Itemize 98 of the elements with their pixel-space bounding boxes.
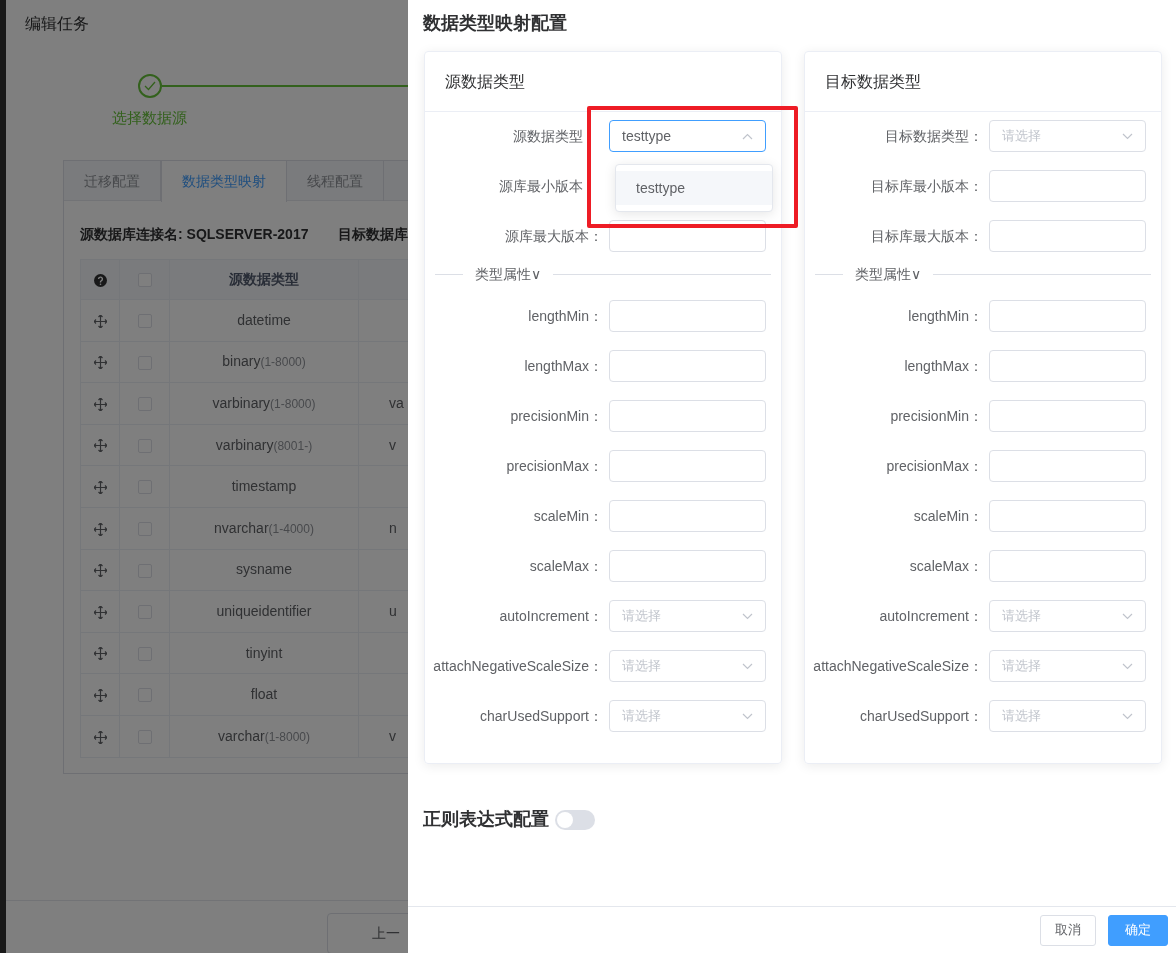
help-icon[interactable]: [93, 273, 107, 287]
input-field[interactable]: [989, 550, 1146, 582]
field-label: scaleMin：: [912, 506, 984, 526]
previous-button[interactable]: 上一: [327, 913, 408, 953]
table-cell: u: [389, 602, 397, 619]
field-label: scaleMin：: [532, 506, 604, 526]
select-field[interactable]: 请选择: [989, 120, 1146, 152]
field-label: precisionMin：: [509, 406, 604, 426]
drag-icon[interactable]: [93, 564, 107, 578]
field-label: scaleMax：: [908, 556, 984, 576]
field-label: autoIncrement：: [878, 606, 984, 626]
drag-icon[interactable]: [93, 605, 107, 619]
drag-icon[interactable]: [93, 439, 107, 453]
dropdown-option[interactable]: testtype: [616, 171, 772, 205]
tab[interactable]: 数据类型映射: [161, 161, 287, 202]
drag-icon[interactable]: [93, 356, 107, 370]
check-icon: [144, 81, 156, 91]
table-cell: varbinary(1-8000): [212, 395, 316, 411]
caret-down-icon: [742, 662, 753, 670]
input-field[interactable]: [609, 550, 766, 582]
field-label: scaleMax：: [528, 556, 604, 576]
drag-icon[interactable]: [93, 647, 107, 661]
connection-label: 源数据库连接名: SQLSERVER-2017: [80, 225, 309, 244]
drag-icon[interactable]: [93, 730, 107, 744]
field-label: 目标库最小版本：: [870, 176, 984, 196]
target-label: 目标数据库: [338, 225, 408, 244]
table-cell: uniqueidentifier: [216, 602, 312, 619]
field-label: 目标数据类型：: [884, 126, 984, 146]
toggle-switch[interactable]: [555, 809, 595, 830]
input-field[interactable]: [989, 350, 1146, 382]
input-field[interactable]: [609, 400, 766, 432]
field-label: 源数据类型: [512, 126, 584, 146]
select-field[interactable]: 请选择: [609, 700, 766, 732]
field-label: charUsedSupport：: [479, 706, 604, 726]
input-field[interactable]: [609, 300, 766, 332]
section-toggle[interactable]: 类型属性∨: [463, 263, 554, 285]
drag-icon[interactable]: [93, 688, 107, 702]
panel-title: 源数据类型: [425, 52, 781, 112]
field-label: precisionMin：: [889, 406, 984, 426]
step-label: 选择数据源: [112, 108, 188, 128]
input-field[interactable]: [989, 220, 1146, 252]
caret-down-icon: [1122, 712, 1133, 720]
table-cell: varbinary(8001-): [215, 436, 313, 453]
caret-down-icon: [1122, 662, 1133, 670]
input-field[interactable]: [989, 400, 1146, 432]
drawer-title: 数据类型映射配置: [422, 12, 568, 35]
input-field[interactable]: [989, 500, 1146, 532]
panel-title: 目标数据类型: [805, 52, 1161, 112]
dialog-title: 编辑任务: [24, 14, 90, 34]
field-label: 源库最小版本: [498, 176, 584, 196]
field-label: autoIncrement：: [498, 606, 604, 626]
field-label: attachNegativeScaleSize：: [812, 656, 984, 676]
field-label: 目标库最大版本：: [870, 226, 984, 246]
cancel-button[interactable]: 取消: [1040, 914, 1096, 946]
section-toggle[interactable]: 类型属性∨: [843, 263, 934, 285]
input-field[interactable]: [989, 300, 1146, 332]
input-field[interactable]: [989, 170, 1146, 202]
table-cell: v: [389, 727, 396, 744]
field-label: lengthMin：: [527, 306, 604, 326]
field-label: lengthMin：: [907, 306, 984, 326]
input-field[interactable]: [989, 450, 1146, 482]
table-cell: tinyint: [245, 644, 283, 661]
caret-down-icon: [1122, 612, 1133, 620]
field-label: 源库最大版本：: [504, 226, 604, 246]
caret-up-icon: [742, 132, 753, 140]
select-field[interactable]: 请选择: [609, 600, 766, 632]
field-label: lengthMax：: [523, 356, 604, 376]
table-cell: timestamp: [231, 478, 297, 495]
table-cell: float: [250, 686, 278, 703]
select-field[interactable]: 请选择: [989, 650, 1146, 682]
table-cell: v: [389, 436, 396, 453]
field-label: lengthMax：: [903, 356, 984, 376]
drag-icon[interactable]: [93, 397, 107, 411]
column-header: 源数据类型: [169, 259, 359, 300]
select-field[interactable]: 请选择: [989, 700, 1146, 732]
caret-down-icon: [1122, 132, 1133, 140]
table-cell: n: [389, 519, 397, 536]
drag-icon[interactable]: [93, 522, 107, 536]
table-cell: va: [389, 395, 404, 411]
field-label: precisionMax：: [505, 456, 604, 476]
field-label: charUsedSupport：: [859, 706, 984, 726]
drag-icon[interactable]: [93, 480, 107, 494]
section-title: 正则表达式配置: [423, 808, 549, 831]
select-field[interactable]: 请选择: [609, 650, 766, 682]
table-cell: sysname: [236, 561, 292, 578]
drag-icon[interactable]: [93, 314, 107, 328]
table-cell: datetime: [237, 311, 291, 328]
caret-down-icon: [742, 612, 753, 620]
select-field[interactable]: testtype: [609, 120, 766, 152]
field-label: precisionMax：: [885, 456, 984, 476]
confirm-button[interactable]: 确定: [1108, 914, 1168, 946]
field-label: attachNegativeScaleSize：: [432, 656, 604, 676]
caret-down-icon: [742, 712, 753, 720]
input-field[interactable]: [609, 500, 766, 532]
table-cell: binary(1-8000): [222, 353, 306, 370]
select-field[interactable]: 请选择: [989, 600, 1146, 632]
input-field[interactable]: [609, 350, 766, 382]
input-field[interactable]: [609, 450, 766, 482]
